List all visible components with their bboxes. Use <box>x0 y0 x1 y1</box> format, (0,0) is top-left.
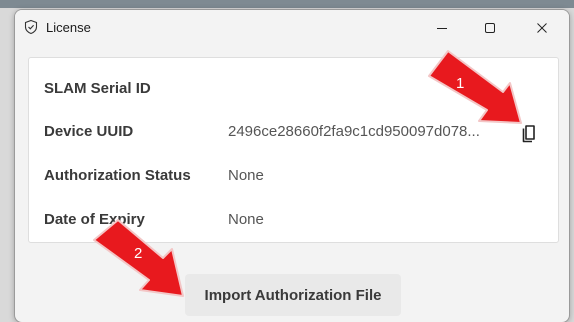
date-of-expiry-value: None <box>228 211 264 228</box>
import-authorization-file-button[interactable]: Import Authorization File <box>185 274 401 316</box>
device-uuid-value: 2496ce28660f2fa9c1cd950097d078... <box>228 123 480 140</box>
window-title: License <box>46 20 91 35</box>
minimize-button[interactable] <box>419 10 465 46</box>
maximize-icon <box>485 23 495 33</box>
copy-icon <box>522 125 535 143</box>
date-of-expiry-label: Date of Expiry <box>44 211 145 228</box>
copy-uuid-button[interactable] <box>519 121 543 145</box>
row-authorization-status: Authorization Status None <box>29 167 558 189</box>
screenshot-stage: License SLAM Serial ID Device UUID 2496c… <box>0 0 574 322</box>
maximize-button[interactable] <box>467 10 513 46</box>
license-window: License SLAM Serial ID Device UUID 2496c… <box>14 9 570 322</box>
row-date-of-expiry: Date of Expiry None <box>29 211 558 233</box>
row-slam-serial-id: SLAM Serial ID <box>29 80 558 102</box>
shield-check-icon <box>24 19 38 35</box>
authorization-status-label: Authorization Status <box>44 167 191 184</box>
minimize-icon <box>437 28 447 29</box>
row-device-uuid: Device UUID 2496ce28660f2fa9c1cd950097d0… <box>29 123 558 145</box>
title-bar[interactable]: License <box>15 10 569 46</box>
license-info-panel: SLAM Serial ID Device UUID 2496ce28660f2… <box>28 57 559 243</box>
slam-serial-id-label: SLAM Serial ID <box>44 80 151 97</box>
device-uuid-label: Device UUID <box>44 123 134 140</box>
authorization-status-value: None <box>228 167 264 184</box>
close-icon <box>537 23 547 33</box>
close-button[interactable] <box>519 10 565 46</box>
